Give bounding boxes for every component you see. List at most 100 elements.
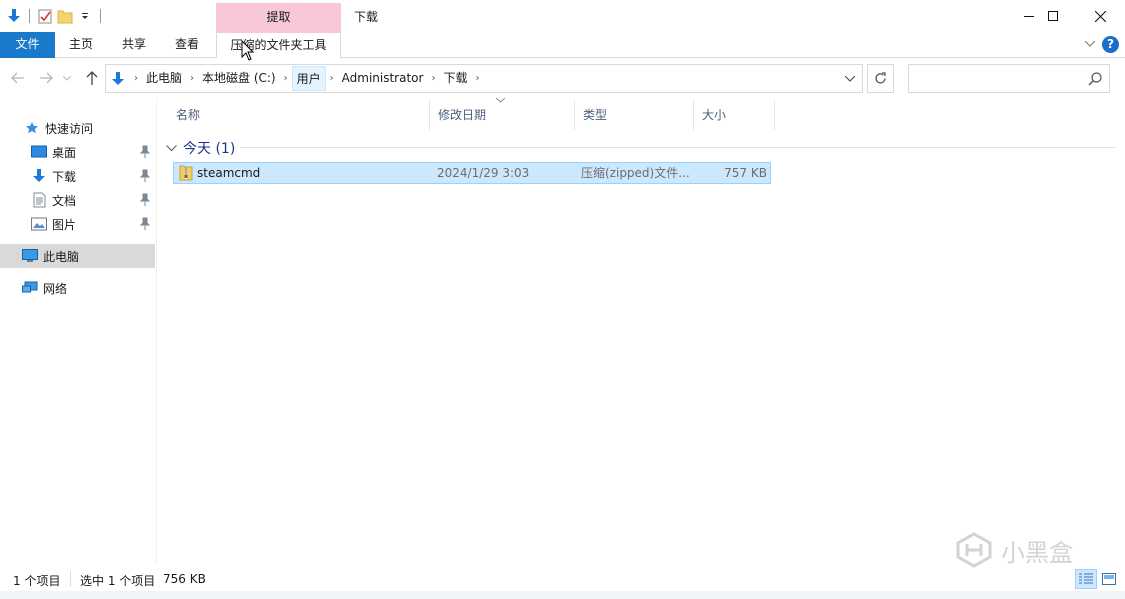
file-date-modified: 2024/1/29 3:03 [437,166,530,180]
status-selected-size: 756 KB [163,572,206,586]
nav-label: 下载 [52,169,77,184]
refresh-icon [875,72,886,84]
address-row: › 此电脑 › 本地磁盘 (C:) › 用户 › Administrator ›… [0,58,1125,98]
download-folder-icon [106,71,130,87]
download-icon [31,168,47,184]
pin-icon[interactable] [139,193,151,207]
address-dropdown-button[interactable] [838,65,862,92]
nav-label: 文档 [52,193,77,208]
nav-quick-access[interactable]: 快速访问 [0,116,155,140]
tab-share[interactable]: 共享 [113,32,155,58]
close-icon [1094,10,1106,22]
group-label: 今天 (1) [183,141,236,157]
document-icon [31,192,47,208]
column-header-date-modified[interactable]: 修改日期 [430,100,575,130]
maximize-icon [1048,11,1058,21]
nav-label: 桌面 [52,145,77,160]
column-header-size[interactable]: 大小 [694,100,775,130]
crumb-users[interactable]: 用户 [291,66,326,91]
crumb-this-pc[interactable]: 此电脑 [142,66,186,91]
new-folder-icon[interactable] [57,8,73,24]
window-bottom-border [0,591,1125,599]
status-selected-count: 选中 1 个项目 [80,574,156,588]
chevron-down-icon [845,75,855,82]
status-bar: 1 个项目 选中 1 个项目 756 KB [0,569,1125,591]
up-button[interactable] [82,68,102,88]
nav-item-this-pc[interactable]: 此电脑 [0,244,155,268]
pin-icon[interactable] [139,145,151,159]
qat-separator [29,9,30,23]
chevron-down-icon [166,144,177,151]
table-row[interactable]: steamcmd 2024/1/29 3:03 压缩(zipped)文件... … [173,162,771,184]
forward-button[interactable] [36,68,56,88]
nav-item-downloads[interactable]: 下载 [0,164,155,188]
breadcrumb: › 此电脑 › 本地磁盘 (C:) › 用户 › Administrator ›… [106,65,483,92]
nav-label: 网络 [43,281,68,296]
ribbon-tabs: 文件 主页 共享 查看 压缩的文件夹工具 ? [0,32,1125,59]
nav-item-network[interactable]: 网络 [0,276,155,300]
tab-file[interactable]: 文件 [0,32,55,58]
chevron-down-icon [63,75,71,81]
status-item-count: 1 个项目 [13,574,61,588]
tab-view[interactable]: 查看 [166,32,208,58]
file-name[interactable]: steamcmd [197,163,427,183]
maximize-button[interactable] [1030,0,1076,32]
crumb-downloads[interactable]: 下载 [439,66,471,91]
watermark-text: 小黑盒 [1001,538,1073,567]
breadcrumb-separator-icon[interactable]: › [280,73,292,84]
up-arrow-icon [86,71,98,85]
download-icon[interactable] [6,8,22,24]
customize-dropdown-icon[interactable] [77,8,93,24]
quick-access-toolbar [6,6,104,26]
group-divider [240,147,1115,148]
zip-folder-icon [179,164,195,184]
forward-arrow-icon [40,72,53,84]
refresh-button[interactable] [867,64,894,93]
properties-icon[interactable] [37,8,53,24]
search-icon[interactable] [1087,71,1103,87]
large-icons-view-icon [1102,573,1116,585]
status-separator [70,571,71,587]
nav-label: 此电脑 [43,249,80,264]
breadcrumb-separator-icon[interactable]: › [427,73,439,84]
qat-separator [100,9,101,23]
back-button[interactable] [8,68,28,88]
column-header-name[interactable]: 名称 [168,100,430,130]
column-header-type[interactable]: 类型 [575,100,694,130]
address-bar[interactable]: › 此电脑 › 本地磁盘 (C:) › 用户 › Administrator ›… [105,64,863,93]
ribbon-expand-icon[interactable] [1084,36,1096,50]
large-icons-view-button[interactable] [1098,569,1120,589]
back-arrow-icon [11,72,24,84]
breadcrumb-separator-icon[interactable]: › [471,73,483,84]
pin-icon[interactable] [139,217,151,231]
pin-icon[interactable] [139,169,151,183]
help-icon[interactable]: ? [1102,36,1119,53]
file-list-view: 名称 修改日期 类型 大小 今天 (1) steamcmd 2024/1/29 … [160,97,1125,564]
tab-home[interactable]: 主页 [60,32,102,58]
nav-label: 图片 [52,217,77,232]
context-tab-header: 提取 [216,3,341,32]
crumb-local-disk[interactable]: 本地磁盘 (C:) [198,66,280,91]
window-title: 下载 [354,10,379,24]
nav-item-desktop[interactable]: 桌面 [0,140,155,164]
breadcrumb-separator-icon[interactable]: › [130,73,142,84]
file-type: 压缩(zipped)文件... [581,166,690,180]
mouse-cursor-icon [241,40,255,61]
search-input[interactable] [908,64,1110,93]
pictures-icon [31,216,47,232]
recent-locations-button[interactable] [60,68,74,88]
tab-compressed-folder-tools[interactable]: 压缩的文件夹工具 [216,32,341,59]
details-view-icon [1079,573,1093,584]
group-header-today[interactable]: 今天 (1) [166,138,235,158]
nav-item-pictures[interactable]: 图片 [0,212,155,236]
close-button[interactable] [1077,0,1123,32]
breadcrumb-separator-icon[interactable]: › [326,73,338,84]
details-view-button[interactable] [1075,569,1097,589]
file-size: 757 KB [724,166,767,180]
network-icon [22,280,38,296]
star-icon [24,120,40,136]
watermark-logo-icon [956,532,992,568]
crumb-administrator[interactable]: Administrator [338,66,428,91]
nav-item-documents[interactable]: 文档 [0,188,155,212]
breadcrumb-separator-icon[interactable]: › [186,73,198,84]
